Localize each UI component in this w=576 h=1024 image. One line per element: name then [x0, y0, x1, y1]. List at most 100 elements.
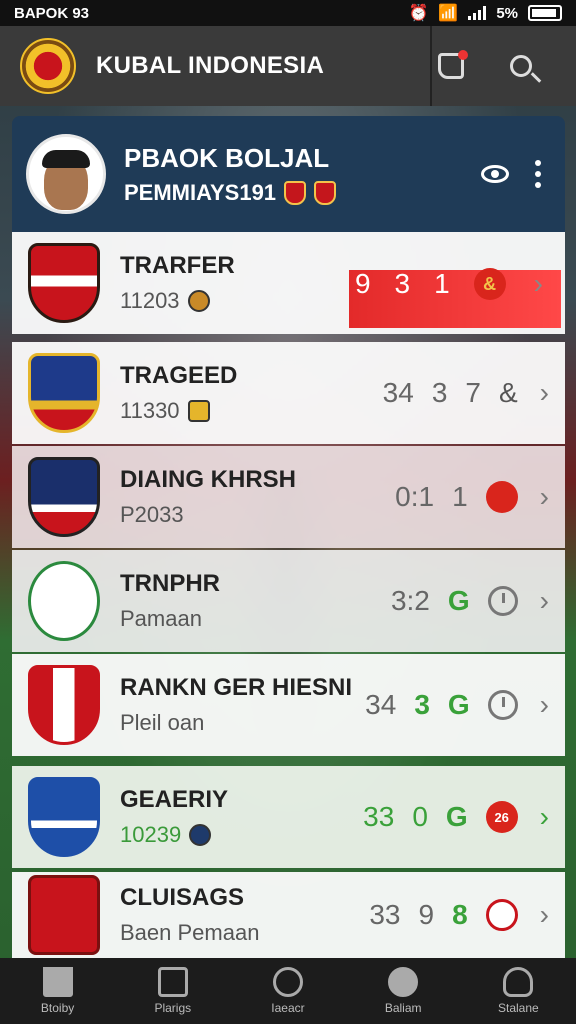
- club-badge-icon: [485, 899, 518, 931]
- chevron-right-icon: ›: [539, 801, 549, 832]
- chevron-right-icon: ›: [539, 899, 549, 930]
- nav-label: Baliam: [384, 1001, 422, 1015]
- list-item-text: TRNPHR Pamaan: [120, 570, 330, 632]
- more-icon[interactable]: [535, 160, 541, 188]
- list-item-text: TRAGEED 11330: [120, 362, 330, 424]
- bottom-navigation: Btoiby Plarigs Iaeacr Baliam Stalane: [0, 958, 576, 1024]
- list-item-subtitle-text: Pleil oan: [120, 710, 205, 735]
- profile-card[interactable]: PBAOK BOLJAL PEMMIAYS191: [12, 116, 565, 232]
- player-face-icon: [42, 150, 90, 210]
- list-item-subtitle-text: 10239: [120, 822, 182, 847]
- chevron-right-icon: ›: [539, 689, 549, 720]
- stat-value: 8: [452, 899, 468, 930]
- list-item-subtitle-text: Baen Pemaan: [120, 920, 260, 945]
- stat-value: 33: [369, 899, 401, 930]
- list-item-text: CLUISAGS Baen Pemaan: [120, 884, 330, 946]
- app-bar: KUBAL INDONESIA: [0, 26, 576, 106]
- stat-value: 34: [365, 689, 397, 720]
- app-logo: [20, 38, 76, 94]
- nav-item-ball[interactable]: Baliam: [358, 967, 448, 1015]
- stat-value: G: [447, 585, 470, 616]
- alarm-icon: ⏰: [408, 5, 429, 22]
- status-badge: 26: [485, 801, 518, 833]
- list-item[interactable]: GEAERIY 10239 33 0 G 26 ›: [12, 766, 565, 868]
- list-item-stats: 33 0 G 26 ›: [363, 801, 549, 833]
- list-item-title: TRARFER: [120, 252, 235, 279]
- search-icon: [510, 55, 532, 77]
- crest-icon: [314, 180, 337, 205]
- chevron-right-icon: ›: [533, 268, 543, 299]
- stat-value: 0: [412, 801, 428, 832]
- profile-actions: [481, 160, 541, 188]
- stat-value: 3: [394, 268, 411, 299]
- list-item-title: TRAGEED: [120, 362, 238, 389]
- list-item[interactable]: TRARFER 11203 9 3 1 & ›: [12, 232, 565, 334]
- battery-icon: [528, 5, 562, 21]
- list-item-subtitle-text: 11330: [120, 398, 180, 423]
- list-item-subtitle: Pamaan: [120, 606, 330, 632]
- list-item[interactable]: TRNPHR Pamaan 3:2 G ›: [12, 550, 565, 652]
- list-item-subtitle-text: 11203: [120, 288, 180, 313]
- stat-value: G: [447, 689, 470, 720]
- timer-icon: [487, 690, 518, 720]
- list-item-title: CLUISAGS: [120, 884, 245, 911]
- status-bar: BAPOK 93 ⏰ 📶 5%: [0, 0, 576, 26]
- stat-value: 33: [363, 801, 395, 832]
- list-item-text: RANKN GER HIESNI Pleil oan: [120, 674, 365, 736]
- notification-button[interactable]: [416, 26, 486, 106]
- list-item-stats: 34 3 7 & ›: [383, 377, 549, 409]
- stat-value: 1: [452, 481, 468, 512]
- stat-value: 7: [465, 377, 481, 408]
- nav-label: Iaeacr: [271, 1001, 305, 1015]
- list-item-subtitle: Pleil oan: [120, 710, 365, 736]
- crest-icon: [284, 180, 307, 205]
- nav-item-profile[interactable]: Stalane: [473, 967, 563, 1015]
- user-icon: [503, 967, 534, 997]
- list-item-text: GEAERIY 10239: [120, 786, 330, 848]
- home-icon: [42, 967, 73, 997]
- battery-percent: 5%: [496, 4, 518, 22]
- nav-label: Btoiby: [40, 1001, 75, 1015]
- search-button[interactable]: [486, 26, 556, 106]
- team-crest-icon: [28, 777, 100, 857]
- nav-item-play[interactable]: Iaeacr: [243, 967, 333, 1015]
- status-icons: ⏰ 📶 5%: [408, 3, 562, 23]
- ball-icon: [388, 967, 419, 997]
- stat-value: 3: [414, 689, 430, 720]
- list-item-subtitle: P2033: [120, 502, 330, 528]
- team-crest-icon: [28, 457, 100, 537]
- list-item-stats: 33 9 8 ›: [369, 899, 549, 931]
- play-icon: [272, 967, 303, 997]
- list-item-stats: 0:1 1 ›: [395, 481, 549, 513]
- notification-dot: [458, 50, 468, 60]
- list-item[interactable]: TRAGEED 11330 34 3 7 & ›: [12, 342, 565, 444]
- profile-text: PBAOK BOLJAL PEMMIAYS191: [124, 143, 337, 206]
- nav-item-home[interactable]: Btoiby: [13, 967, 103, 1015]
- stat-value: 0:1: [395, 481, 435, 512]
- stat-value: 3: [431, 377, 448, 408]
- nav-item-players[interactable]: Plarigs: [128, 967, 218, 1015]
- list-item-subtitle: 11330: [120, 398, 330, 424]
- list-item-subtitle: 10239: [120, 822, 330, 848]
- wifi-icon: 📶: [438, 5, 459, 22]
- profile-subtitle: PEMMIAYS191: [124, 179, 337, 206]
- list-item-subtitle-text: P2033: [120, 502, 184, 527]
- team-crest-icon: [28, 665, 100, 745]
- view-icon[interactable]: [481, 165, 509, 183]
- list-item-subtitle: 11203: [120, 288, 330, 314]
- list-item[interactable]: DIAING KHRSH P2033 0:1 1 ›: [12, 446, 565, 548]
- list-item-stats: 9 3 1 & ›: [355, 268, 543, 300]
- crest-icon: [189, 824, 212, 846]
- list-item[interactable]: RANKN GER HIESNI Pleil oan 34 3 G ›: [12, 654, 565, 756]
- list-item-title: TRNPHR: [120, 570, 220, 597]
- status-time: BAPOK 93: [14, 4, 90, 22]
- profile-subtitle-text: PEMMIAYS191: [124, 179, 277, 205]
- team-crest-icon: [28, 243, 100, 323]
- stat-value: 9: [354, 268, 371, 299]
- list-item-stats: 34 3 G ›: [365, 689, 549, 721]
- profile-avatar: [26, 134, 106, 214]
- stat-value: 3:2: [390, 585, 430, 616]
- nav-label: Plarigs: [154, 1001, 192, 1015]
- signal-icon: [468, 6, 487, 20]
- list-item[interactable]: CLUISAGS Baen Pemaan 33 9 8 ›: [12, 872, 565, 958]
